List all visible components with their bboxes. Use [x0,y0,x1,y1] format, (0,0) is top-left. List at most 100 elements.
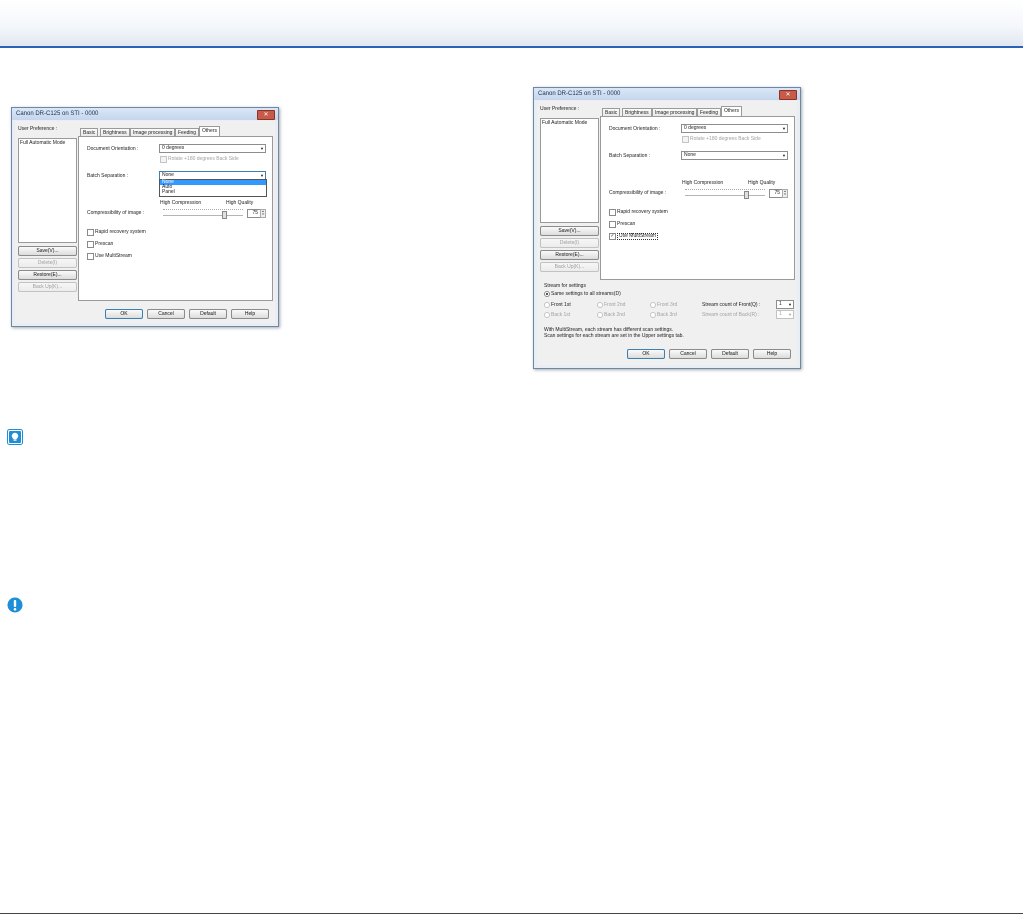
chevron-down-icon: ▼ [260,146,264,151]
multistream-note-line2: Scan settings for each stream are set in… [544,333,684,339]
spin-arrows-icon[interactable]: ▴ ▾ [260,209,266,218]
slider-ticks [685,189,765,192]
dropdown-option-panel[interactable]: Panel [160,190,266,195]
front-2nd-label: Front 2nd [604,302,626,308]
chevron-down-icon: ▼ [782,153,786,158]
front-2nd-radio[interactable] [597,302,603,308]
back-3rd-radio[interactable] [650,312,656,318]
prescan-checkbox[interactable] [87,241,94,248]
rapid-recovery-checkbox[interactable] [87,229,94,236]
stream-count-front-select[interactable]: 1 ▼ [776,300,794,309]
back-up-button[interactable]: Back Up(K)... [18,282,77,292]
ok-button[interactable]: OK [627,349,665,359]
batch-separation-label: Batch Separation : [609,153,651,159]
page-header-rule [0,46,1023,48]
ok-button[interactable]: OK [105,309,143,319]
help-button[interactable]: Help [231,309,269,319]
rapid-recovery-label: Rapid recovery system [95,229,146,235]
rapid-recovery-checkbox[interactable] [609,209,616,216]
back-1st-radio[interactable] [544,312,550,318]
dialog-titlebar[interactable]: Canon DR-C125 on STI - 0000 ✕ [534,88,800,100]
stream-settings-label: Stream for settings [544,283,586,289]
use-multistream-checkbox[interactable] [87,253,94,260]
user-preference-list[interactable]: Full Automatic Mode [540,118,599,223]
close-icon[interactable]: ✕ [257,110,275,120]
batch-separation-label: Batch Separation : [87,173,129,179]
high-quality-label: High Quality [748,180,776,186]
save-button[interactable]: Save(V)... [540,226,599,236]
stream-count-back-select[interactable]: 1 ▼ [776,310,794,319]
spin-arrows-icon[interactable]: ▴ ▾ [782,189,788,198]
dialog-title: Canon DR-C125 on STI - 0000 [16,111,99,117]
user-preference-label: User Preference : [540,106,580,112]
high-quality-label: High Quality [226,200,254,206]
same-settings-radio[interactable] [544,291,550,297]
use-multistream-checkbox[interactable]: ✓ [609,233,616,240]
default-button[interactable]: Default [711,349,749,359]
compressibility-slider-thumb[interactable] [744,191,749,199]
help-button[interactable]: Help [753,349,791,359]
scanner-settings-dialog-right: Canon DR-C125 on STI - 0000 ✕ User Prefe… [533,87,801,369]
prescan-checkbox[interactable] [609,221,616,228]
page-footer-rule [0,913,1023,914]
document-orientation-value: 0 degrees [162,145,185,151]
same-settings-label: Same settings to all streams(D) [551,291,621,297]
document-orientation-label: Document Orientation : [609,126,661,132]
compressibility-slider[interactable] [685,195,765,196]
document-orientation-label: Document Orientation : [87,146,139,152]
back-3rd-label: Back 3rd [657,312,677,318]
exclamation-icon [7,597,23,613]
compressibility-slider[interactable] [163,215,243,216]
front-3rd-radio[interactable] [650,302,656,308]
compressibility-label: Compressibility of image : [87,210,145,216]
delete-button[interactable]: Delete(I) [18,258,77,268]
batch-separation-value: None [162,172,174,178]
compressibility-label: Compressibility of image : [609,190,667,196]
default-button[interactable]: Default [189,309,227,319]
cancel-button[interactable]: Cancel [147,309,185,319]
list-item[interactable]: Full Automatic Mode [542,120,587,126]
rotate-back-label: Rotate +180 degrees Back Side [168,156,239,162]
batch-separation-select[interactable]: None ▼ [681,151,788,160]
scanner-settings-dialog-left: Canon DR-C125 on STI - 0000 ✕ User Prefe… [11,107,279,327]
dialog-body: User Preference : Full Automatic Mode Sa… [15,121,275,323]
save-button[interactable]: Save(V)... [18,246,77,256]
user-preference-label: User Preference : [18,126,58,132]
compressibility-input[interactable]: 75 [247,209,261,218]
rotate-back-checkbox[interactable] [682,136,689,143]
others-tab-panel: Document Orientation : 0 degrees ▼ Rotat… [600,116,795,280]
compressibility-input[interactable]: 75 [769,189,783,198]
rotate-back-checkbox[interactable] [160,156,167,163]
rotate-back-label: Rotate +180 degrees Back Side [690,136,761,142]
high-compression-label: High Compression [682,180,724,186]
lightbulb-icon [7,429,23,445]
back-1st-label: Back 1st [551,312,571,318]
restore-button[interactable]: Restore(E)... [18,270,77,280]
prescan-label: Prescan [617,221,636,227]
back-up-button[interactable]: Back Up(K)... [540,262,599,272]
delete-button[interactable]: Delete(I) [540,238,599,248]
use-multistream-label: Use MultiStream [95,253,132,259]
chevron-down-icon: ▼ [260,173,264,178]
dialog-titlebar[interactable]: Canon DR-C125 on STI - 0000 ✕ [12,108,278,120]
page-header [0,0,1023,48]
dialog-body: User Preference : Full Automatic Mode Sa… [537,101,797,365]
cancel-button[interactable]: Cancel [669,349,707,359]
slider-ticks [163,209,243,212]
others-tab-panel: Document Orientation : 0 degrees ▼ Rotat… [78,136,273,301]
back-2nd-radio[interactable] [597,312,603,318]
document-orientation-value: 0 degrees [684,125,707,131]
front-1st-radio[interactable] [544,302,550,308]
restore-button[interactable]: Restore(E)... [540,250,599,260]
chevron-down-icon: ▼ [788,302,792,307]
list-item[interactable]: Full Automatic Mode [20,140,65,146]
rapid-recovery-label: Rapid recovery system [617,209,668,215]
high-compression-label: High Compression [160,200,202,206]
user-preference-list[interactable]: Full Automatic Mode [18,138,77,243]
document-orientation-select[interactable]: 0 degrees ▼ [681,124,788,133]
batch-separation-dropdown[interactable]: None Auto Panel [159,179,267,197]
chevron-down-icon: ▼ [788,312,792,317]
document-orientation-select[interactable]: 0 degrees ▼ [159,144,266,153]
compressibility-slider-thumb[interactable] [222,211,227,219]
close-icon[interactable]: ✕ [779,90,797,100]
